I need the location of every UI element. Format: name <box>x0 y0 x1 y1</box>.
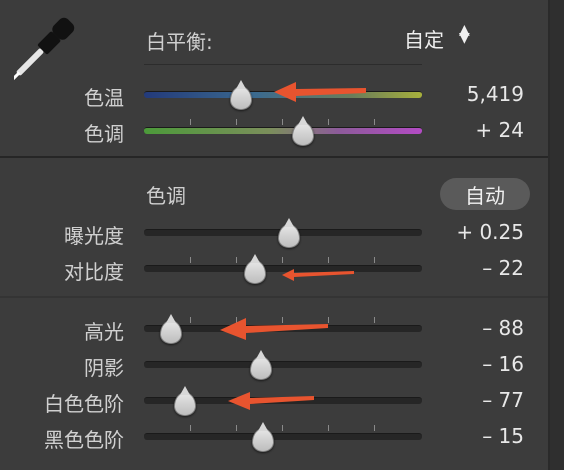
blacks-track[interactable] <box>144 433 422 440</box>
blacks-slider[interactable] <box>252 422 274 452</box>
contrast-label: 对比度 <box>64 260 124 284</box>
section-divider-2 <box>0 296 548 298</box>
whites-value[interactable]: – 77 <box>404 388 524 412</box>
white-balance-label: 白平衡: <box>146 30 213 54</box>
annotation-arrow-temperature <box>274 82 366 102</box>
blacks-label: 黑色色阶 <box>44 428 124 452</box>
eyedropper-icon[interactable] <box>14 10 90 80</box>
shadows-label: 阴影 <box>84 356 124 380</box>
tint-ticks <box>144 119 422 125</box>
exposure-label: 曝光度 <box>64 224 124 248</box>
exposure-slider[interactable] <box>278 218 300 248</box>
shadows-value[interactable]: – 16 <box>404 352 524 376</box>
highlights-label: 高光 <box>84 320 124 344</box>
annotation-arrow-whites <box>228 392 314 410</box>
tint-track[interactable] <box>144 127 422 134</box>
highlights-slider[interactable] <box>160 314 182 344</box>
annotation-arrow-contrast <box>282 269 354 281</box>
annotation-arrow-highlights <box>220 318 328 340</box>
section-divider <box>0 156 548 158</box>
updown-arrows-icon[interactable]: ▲ ▼ <box>459 23 470 45</box>
shadows-track[interactable] <box>144 361 422 368</box>
auto-tone-button[interactable]: 自动 <box>440 178 530 210</box>
temperature-label: 色温 <box>84 86 124 110</box>
basic-panel: 白平衡: 自定 ▲ ▼ 色温 5,419 色调 + 24 色调 自动 曝光度 + … <box>0 0 550 470</box>
temperature-value[interactable]: 5,419 <box>404 82 524 106</box>
exposure-value[interactable]: + 0.25 <box>404 220 524 244</box>
tone-heading: 色调 <box>146 184 186 208</box>
tint-value[interactable]: + 24 <box>404 118 524 142</box>
shadows-slider[interactable] <box>250 350 272 380</box>
tint-label: 色调 <box>84 122 124 146</box>
contrast-slider[interactable] <box>244 254 266 284</box>
contrast-value[interactable]: – 22 <box>404 256 524 280</box>
whites-label: 白色色阶 <box>44 392 124 416</box>
blacks-ticks <box>144 425 422 431</box>
temperature-slider[interactable] <box>230 80 252 110</box>
whites-slider[interactable] <box>174 386 196 416</box>
contrast-ticks <box>144 257 422 263</box>
white-balance-underline <box>144 64 422 65</box>
white-balance-select[interactable]: 自定 <box>404 24 444 53</box>
panel-scrollbar[interactable] <box>550 0 564 470</box>
blacks-value[interactable]: – 15 <box>404 424 524 448</box>
highlights-value[interactable]: – 88 <box>404 316 524 340</box>
tint-slider[interactable] <box>292 116 314 146</box>
